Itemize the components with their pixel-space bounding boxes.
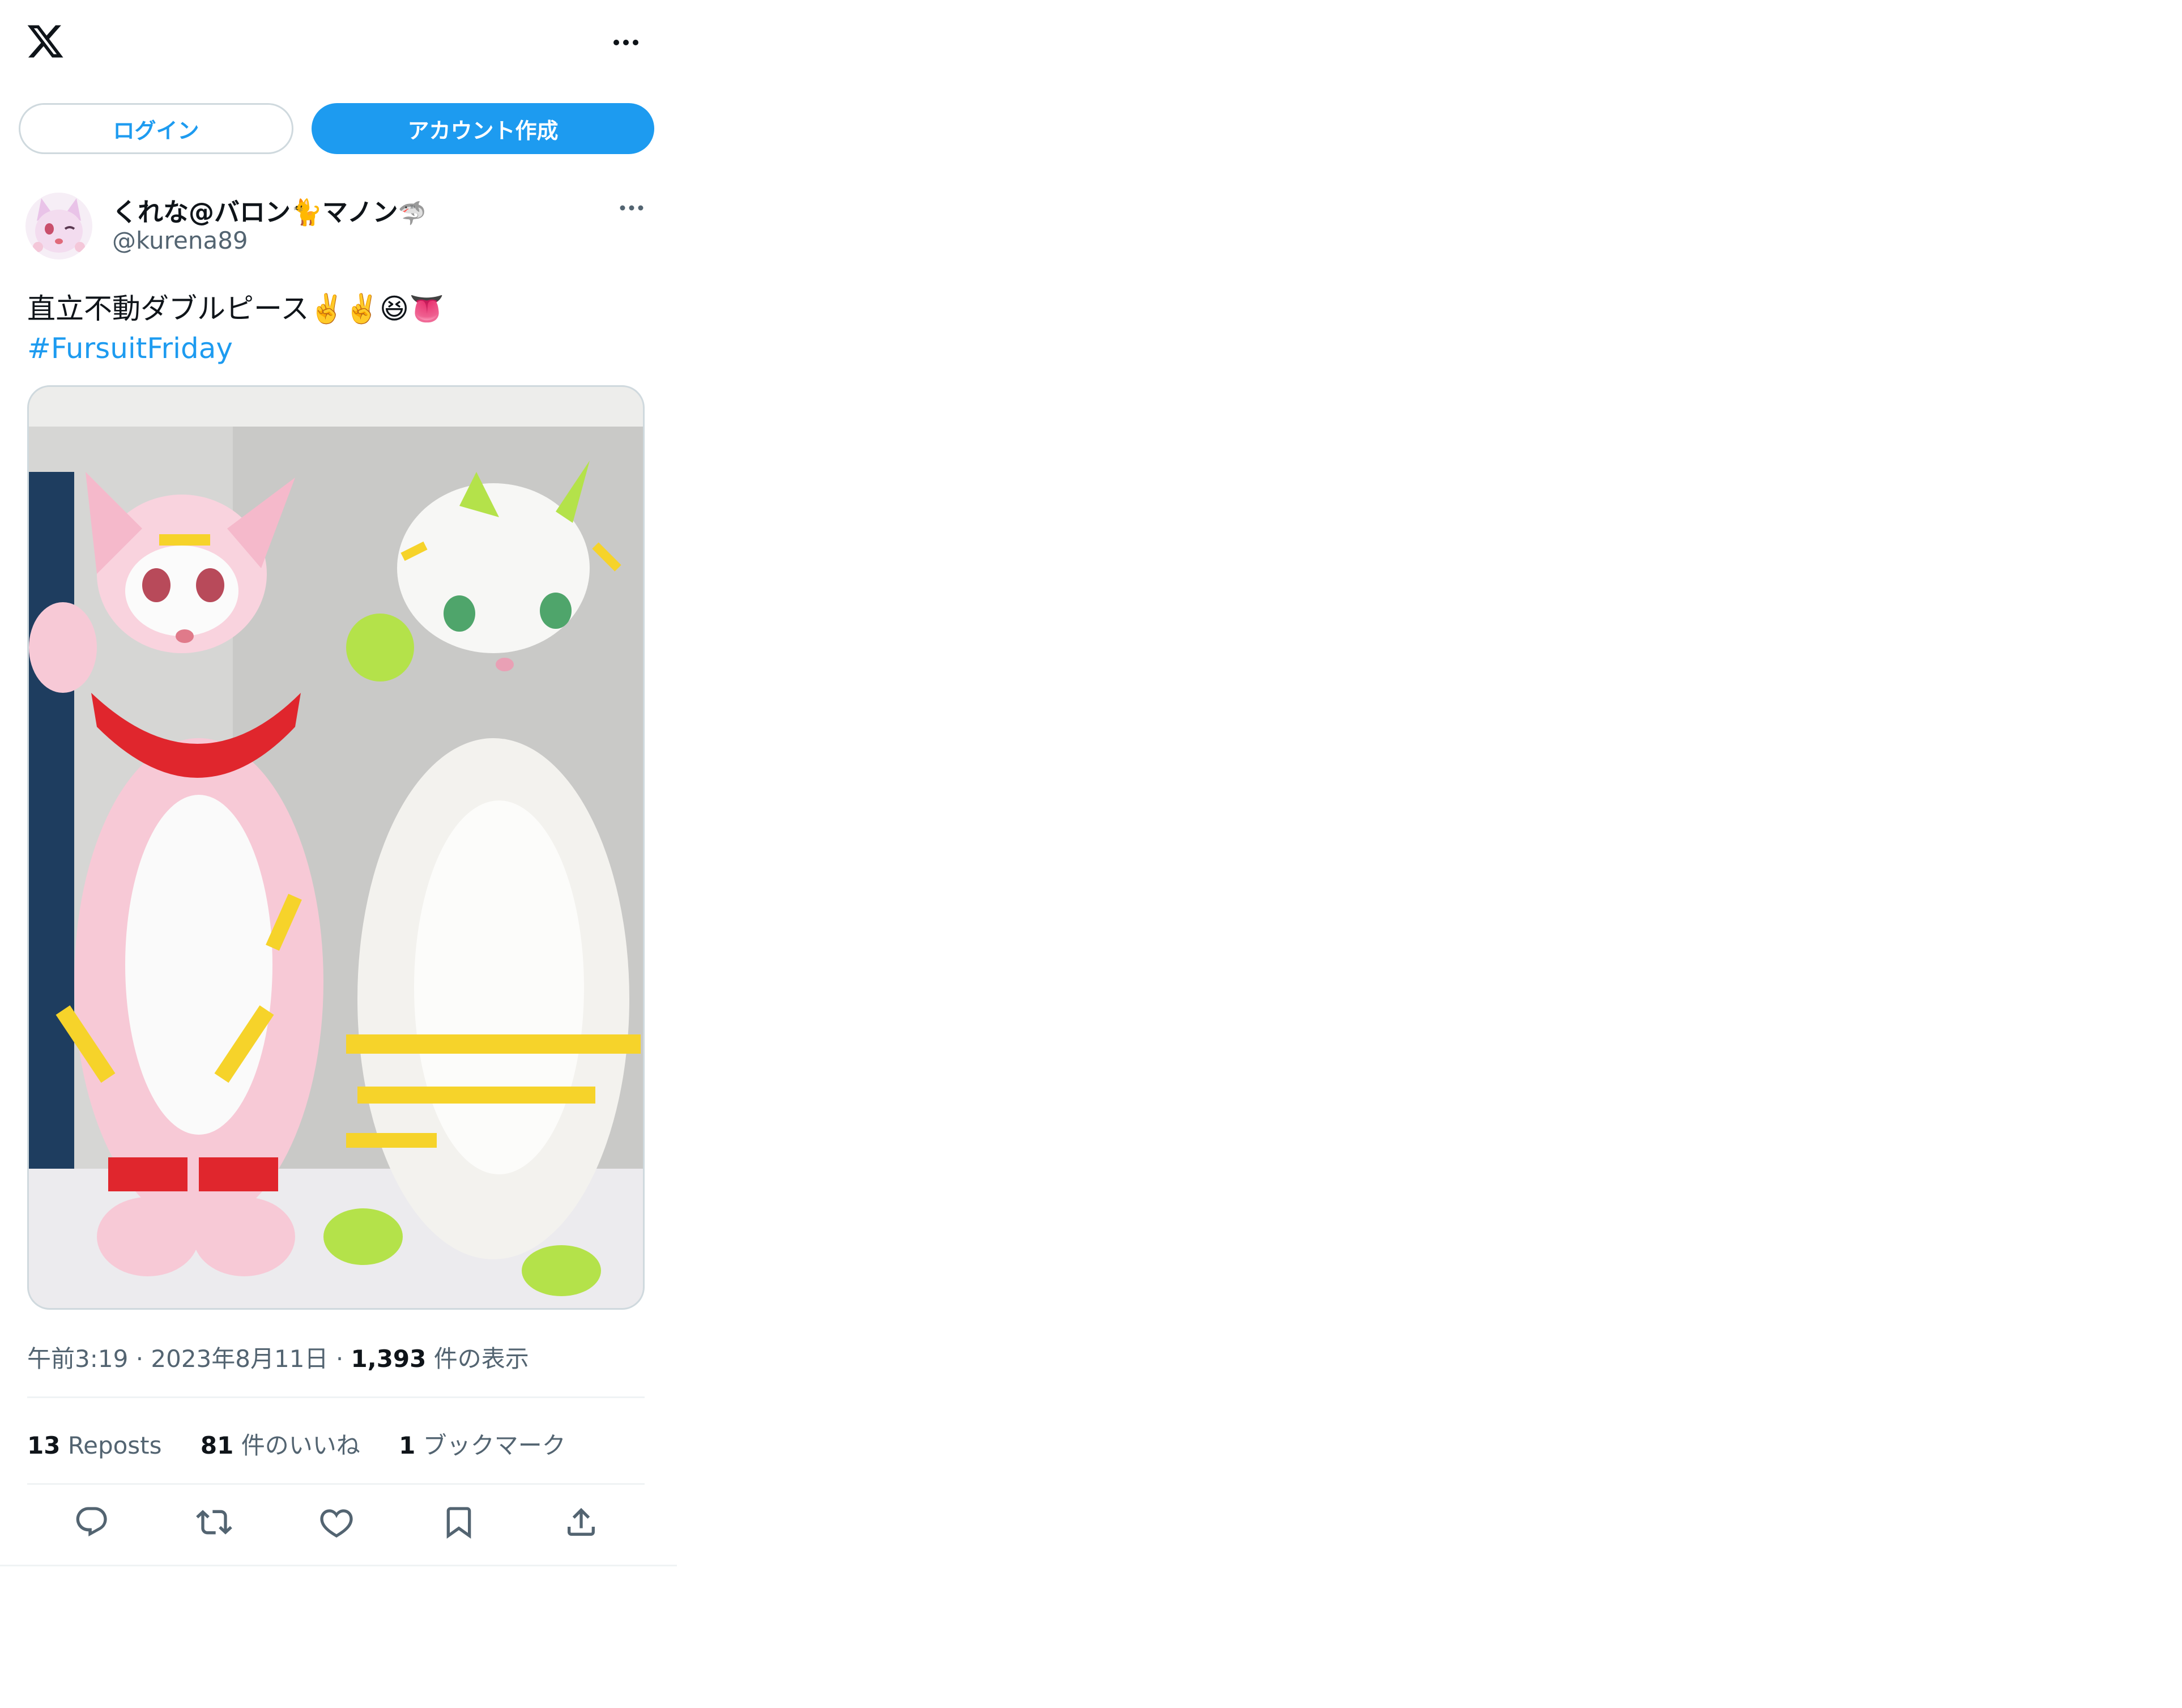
author-name[interactable]: くれな@バロン🐈マノン🦈	[112, 191, 427, 228]
tweet-meta: 午前3:19 · 2023年8月11日 · 1,393 件の表示	[27, 1340, 529, 1374]
divider	[27, 1483, 645, 1485]
tweet-time[interactable]: 午前3:19	[27, 1345, 128, 1373]
login-button[interactable]: ログイン	[19, 103, 293, 154]
meta-separator: ·	[335, 1345, 351, 1373]
bookmark-icon[interactable]	[441, 1504, 477, 1540]
divider	[27, 1396, 645, 1398]
x-logo-icon[interactable]	[25, 22, 65, 61]
tweet-page: ログイン アカウント作成 くれな@バロン🐈マノン🦈 @kurena89 直立不動…	[0, 0, 677, 1566]
author-handle[interactable]: @kurena89	[112, 227, 248, 254]
reply-icon[interactable]	[74, 1504, 110, 1540]
author-name-text: くれな@バロン🐈マノン	[112, 197, 398, 227]
tweet-more-icon[interactable]	[617, 199, 646, 216]
repost-icon[interactable]	[196, 1504, 232, 1540]
more-horizontal-icon[interactable]	[611, 31, 642, 54]
shark-emoji-icon: 🦈	[398, 201, 427, 227]
meta-separator: ·	[135, 1345, 151, 1373]
share-icon[interactable]	[563, 1504, 599, 1540]
views-count: 1,393	[351, 1345, 427, 1373]
tweet-date[interactable]: 2023年8月11日	[151, 1345, 328, 1373]
likes-stat[interactable]: 81 件のいいね	[201, 1432, 360, 1459]
views-label: 件の表示	[433, 1345, 529, 1373]
tweet-body: 直立不動ダブルピース✌️✌️😆👅	[27, 292, 445, 325]
avatar[interactable]	[25, 193, 92, 259]
tweet-stats: 13 Reposts 81 件のいいね 1 ブックマーク	[27, 1426, 597, 1461]
tweet-text: 直立不動ダブルピース✌️✌️😆👅 #FursuitFriday	[27, 289, 444, 368]
tweet-photo[interactable]	[27, 385, 645, 1310]
signup-button[interactable]: アカウント作成	[312, 103, 654, 154]
hashtag-link[interactable]: #FursuitFriday	[27, 329, 444, 368]
bookmarks-stat[interactable]: 1 ブックマーク	[399, 1432, 566, 1459]
like-icon[interactable]	[318, 1504, 355, 1540]
reposts-stat[interactable]: 13 Reposts	[27, 1432, 162, 1459]
